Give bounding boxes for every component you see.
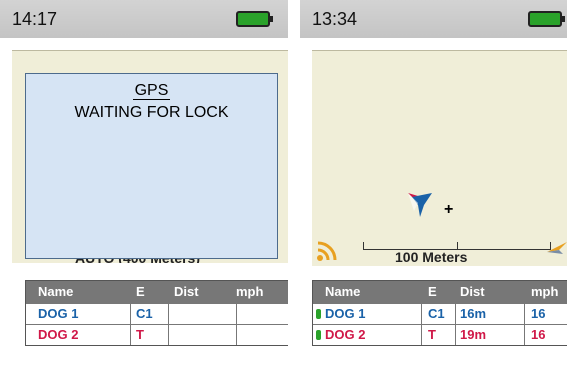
dog-e: C1	[136, 306, 153, 321]
gps-dialog: GPS WAITING FOR LOCK	[25, 73, 278, 259]
header-dist: Dist	[174, 284, 199, 299]
table-row[interactable]: DOG 2 T	[26, 324, 288, 345]
dog-table: Name E Dist mph DOG 1 C1 DOG 2 T	[25, 280, 288, 346]
dog-table: Name E Dist mph DOG 1 C1 16m 16 DOG 2 T …	[312, 280, 567, 346]
dog-dist: 16m	[460, 306, 487, 321]
dog-name: DOG 2	[38, 327, 79, 342]
clock: 13:34	[312, 9, 358, 29]
crosshair-icon: +	[444, 201, 454, 218]
table-row[interactable]: DOG 1 C1 16m 16	[313, 303, 567, 324]
dog-name: DOG 2	[325, 327, 366, 342]
header-mph: mph	[531, 284, 559, 299]
dog-e: T	[428, 327, 436, 342]
dog-dist: 19m	[460, 327, 487, 342]
header-mph: mph	[236, 284, 264, 299]
left-screen: 14:17 AUTO (400 Meters) GPS WAITING FOR …	[0, 0, 288, 369]
header-e: E	[136, 284, 145, 299]
dog-name: DOG 1	[325, 306, 366, 321]
right-screen: 13:34 + 100 Meters Name E Dist mph DOG 1…	[300, 0, 567, 369]
dog-e: C1	[428, 306, 445, 321]
header-dist: Dist	[460, 284, 485, 299]
header-e: E	[428, 284, 437, 299]
table-row[interactable]: DOG 1 C1	[26, 303, 288, 324]
collar-icon	[316, 309, 321, 319]
gps-title: GPS	[132, 82, 171, 100]
scale-label: 100 Meters	[395, 249, 468, 265]
dog-marker-icon[interactable]	[406, 189, 440, 219]
battery-icon	[528, 11, 565, 27]
table-header: Name E Dist mph	[26, 281, 288, 303]
status-bar: 13:34	[300, 0, 567, 38]
dog-mph: 16	[531, 327, 546, 342]
table-row[interactable]: DOG 2 T 19m 16	[313, 324, 567, 345]
signal-icon[interactable]	[316, 238, 340, 262]
battery-icon	[236, 11, 273, 27]
scale-bar: 100 Meters	[312, 232, 567, 266]
dog-mph: 16	[531, 306, 546, 321]
header-name: Name	[38, 284, 74, 299]
collar-icon	[316, 330, 321, 340]
compass-icon[interactable]	[547, 240, 567, 256]
clock: 14:17	[12, 9, 58, 29]
header-name: Name	[325, 284, 361, 299]
dog-e: T	[136, 327, 144, 342]
table-header: Name E Dist mph	[313, 281, 567, 303]
gps-message: WAITING FOR LOCK	[74, 104, 229, 121]
dog-name: DOG 1	[38, 306, 79, 321]
